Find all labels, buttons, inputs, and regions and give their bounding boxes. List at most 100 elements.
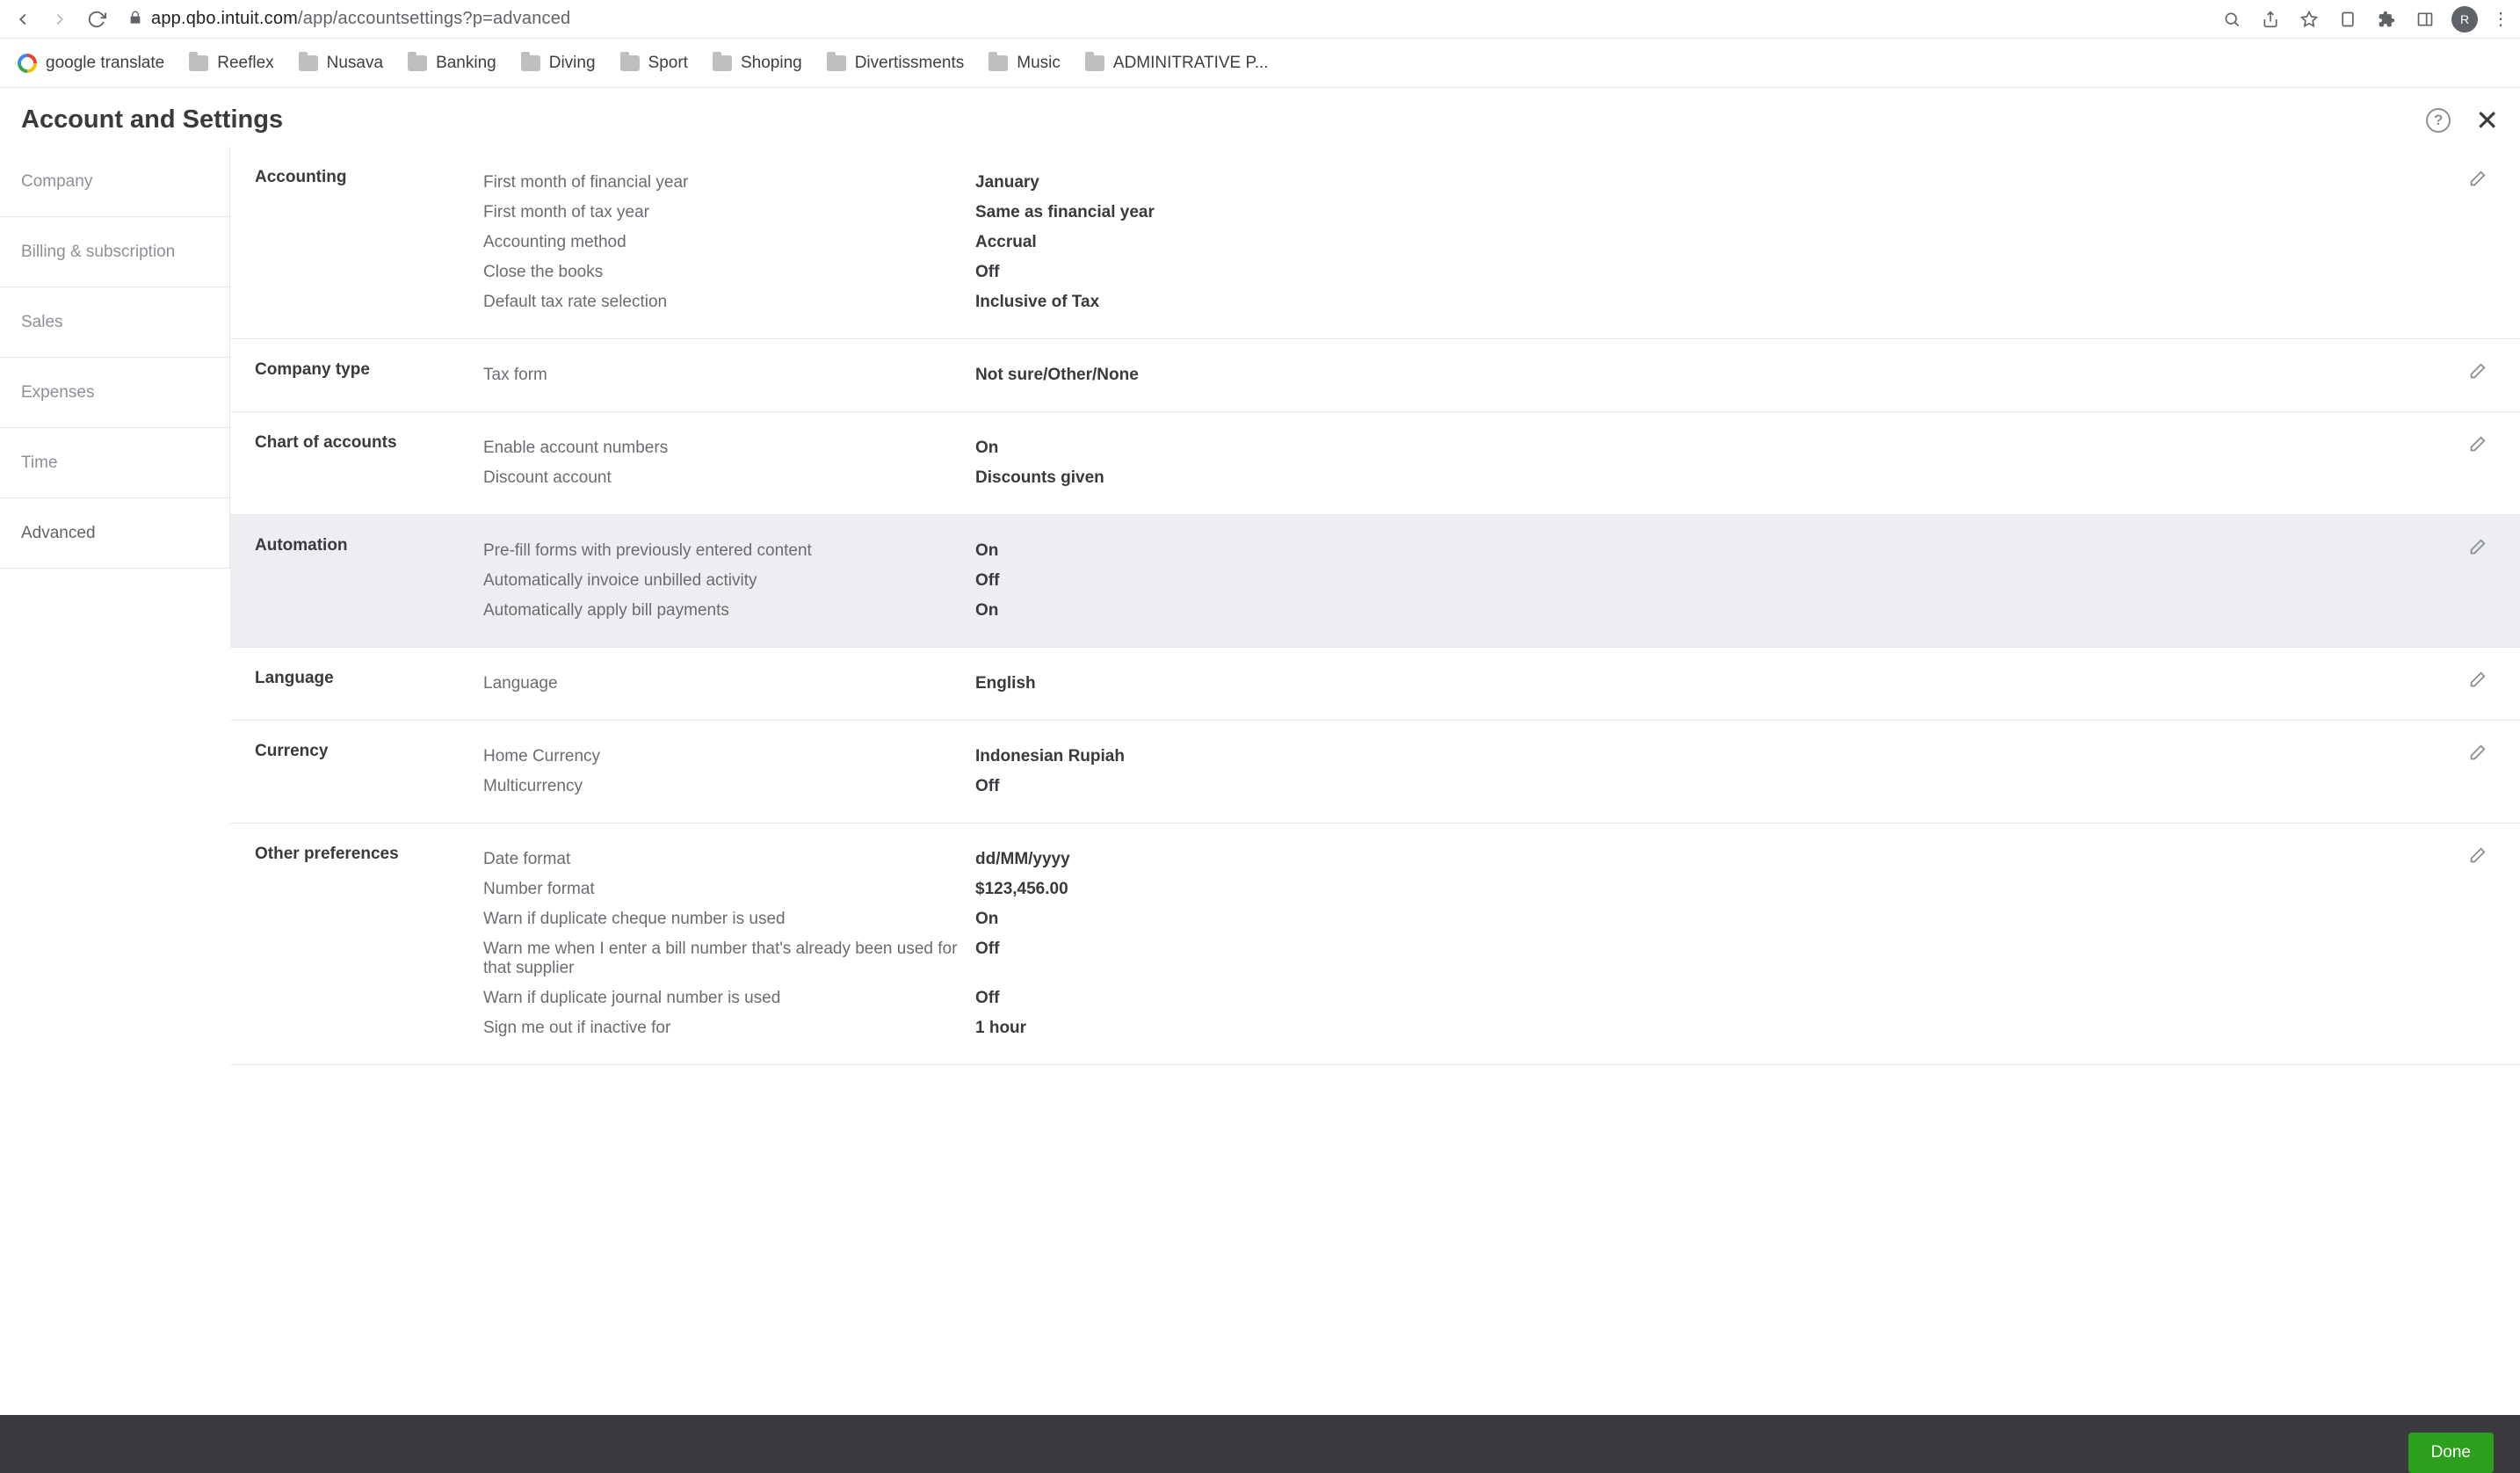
bookmark-item[interactable]: Sport [620,54,688,73]
bookmark-label: Reeflex [217,54,273,73]
bookmark-item[interactable]: Shoping [713,54,802,73]
settings-content: AccountingFirst month of financial yearJ… [230,147,2520,1065]
side-nav-item-expenses[interactable]: Expenses [0,358,230,428]
setting-label: Home Currency [483,747,975,766]
setting-row: Default tax rate selectionInclusive of T… [483,287,1485,317]
section-automation[interactable]: AutomationPre-fill forms with previously… [230,515,2520,648]
folder-icon [827,55,846,71]
extension-shield-icon[interactable] [2335,7,2360,32]
setting-label: Multicurrency [483,777,975,796]
setting-row: Automatically apply bill paymentsOn [483,596,1485,626]
reload-button[interactable] [84,7,109,32]
setting-value: dd/MM/yyyy [975,850,1070,869]
bookmark-item[interactable]: Divertissments [827,54,965,73]
side-nav-item-company[interactable]: Company [0,147,230,217]
side-nav-item-billing-subscription[interactable]: Billing & subscription [0,217,230,287]
setting-row: Number format$123,456.00 [483,874,1485,904]
setting-row: MulticurrencyOff [483,772,1485,802]
setting-value: Inclusive of Tax [975,293,1099,312]
setting-label: Pre-fill forms with previously entered c… [483,541,975,561]
folder-icon [713,55,732,71]
setting-row: Enable account numbersOn [483,433,1485,463]
setting-value: Discounts given [975,468,1104,488]
setting-row: Sign me out if inactive for1 hour [483,1013,1485,1043]
setting-value: On [975,910,998,929]
section-title: Language [255,669,483,699]
setting-label: Warn if duplicate journal number is used [483,989,975,1008]
url-text: app.qbo.intuit.com/app/accountsettings?p… [151,9,570,29]
section-company-type[interactable]: Company typeTax formNot sure/Other/None [230,339,2520,412]
edit-section-button[interactable] [2467,435,2490,458]
bookmark-label: Divertissments [855,54,965,73]
bookmark-item[interactable]: google translate [18,54,164,73]
section-title: Other preferences [255,845,483,1043]
section-rows: Tax formNot sure/Other/None [483,360,1485,390]
bookmark-item[interactable]: Nusava [299,54,383,73]
section-title: Company type [255,360,483,390]
setting-label: Date format [483,850,975,869]
setting-label: Warn if duplicate cheque number is used [483,910,975,929]
bookmark-label: Diving [549,54,596,73]
folder-icon [620,55,640,71]
setting-label: Enable account numbers [483,439,975,458]
edit-section-button[interactable] [2467,170,2490,192]
chrome-menu-icon[interactable]: ⋮ [2492,8,2509,30]
search-page-icon[interactable] [2219,7,2244,32]
side-nav-item-sales[interactable]: Sales [0,287,230,358]
bookmark-item[interactable]: Music [988,54,1061,73]
setting-row: Home CurrencyIndonesian Rupiah [483,742,1485,772]
settings-side-nav: CompanyBilling & subscriptionSalesExpens… [0,147,230,1065]
main-layout: CompanyBilling & subscriptionSalesExpens… [0,147,2520,1065]
setting-label: Sign me out if inactive for [483,1019,975,1038]
bookmark-label: Nusava [327,54,383,73]
section-chart-of-accounts[interactable]: Chart of accountsEnable account numbersO… [230,412,2520,515]
setting-label: Tax form [483,366,975,385]
extensions-puzzle-icon[interactable] [2374,7,2399,32]
bookmark-label: ADMINITRATIVE P... [1113,54,1269,73]
section-currency[interactable]: CurrencyHome CurrencyIndonesian RupiahMu… [230,721,2520,824]
section-accounting[interactable]: AccountingFirst month of financial yearJ… [230,147,2520,339]
side-nav-item-time[interactable]: Time [0,428,230,498]
bookmark-label: Music [1017,54,1061,73]
star-bookmark-icon[interactable] [2297,7,2321,32]
edit-section-button[interactable] [2467,362,2490,385]
setting-value: Off [975,989,999,1008]
close-button[interactable]: ✕ [2475,106,2499,134]
help-icon[interactable]: ? [2426,108,2451,133]
section-language[interactable]: LanguageLanguageEnglish [230,648,2520,721]
setting-value: English [975,674,1036,693]
setting-row: Accounting methodAccrual [483,228,1485,258]
setting-value: On [975,439,998,458]
back-button[interactable] [11,7,35,32]
edit-section-button[interactable] [2467,744,2490,766]
setting-value: $123,456.00 [975,880,1068,899]
share-icon[interactable] [2258,7,2283,32]
setting-row: Discount accountDiscounts given [483,463,1485,493]
edit-section-button[interactable] [2467,671,2490,693]
bookmark-item[interactable]: ADMINITRATIVE P... [1085,54,1269,73]
bookmark-item[interactable]: Diving [521,54,596,73]
folder-icon [299,55,318,71]
done-button[interactable]: Done [2408,1433,2494,1473]
setting-value: Indonesian Rupiah [975,747,1125,766]
edit-section-button[interactable] [2467,538,2490,561]
section-other-preferences[interactable]: Other preferencesDate formatdd/MM/yyyy Nu… [230,824,2520,1065]
bookmark-item[interactable]: Banking [408,54,496,73]
side-nav-item-advanced[interactable]: Advanced [0,498,230,569]
google-icon [18,54,37,73]
bookmark-label: Banking [436,54,496,73]
browser-toolbar: app.qbo.intuit.com/app/accountsettings?p… [0,0,2520,39]
bookmark-item[interactable]: Reeflex [189,54,273,73]
folder-icon [189,55,208,71]
setting-row: Pre-fill forms with previously entered c… [483,536,1485,566]
section-rows: Enable account numbersOnDiscount account… [483,433,1485,493]
address-bar[interactable]: app.qbo.intuit.com/app/accountsettings?p… [121,4,2207,34]
side-panel-icon[interactable] [2413,7,2437,32]
section-rows: Home CurrencyIndonesian RupiahMulticurre… [483,742,1485,802]
edit-section-button[interactable] [2467,846,2490,869]
forward-button[interactable] [47,7,72,32]
section-title: Currency [255,742,483,802]
folder-icon [988,55,1008,71]
profile-avatar[interactable]: R [2451,6,2478,33]
setting-value: Not sure/Other/None [975,366,1139,385]
